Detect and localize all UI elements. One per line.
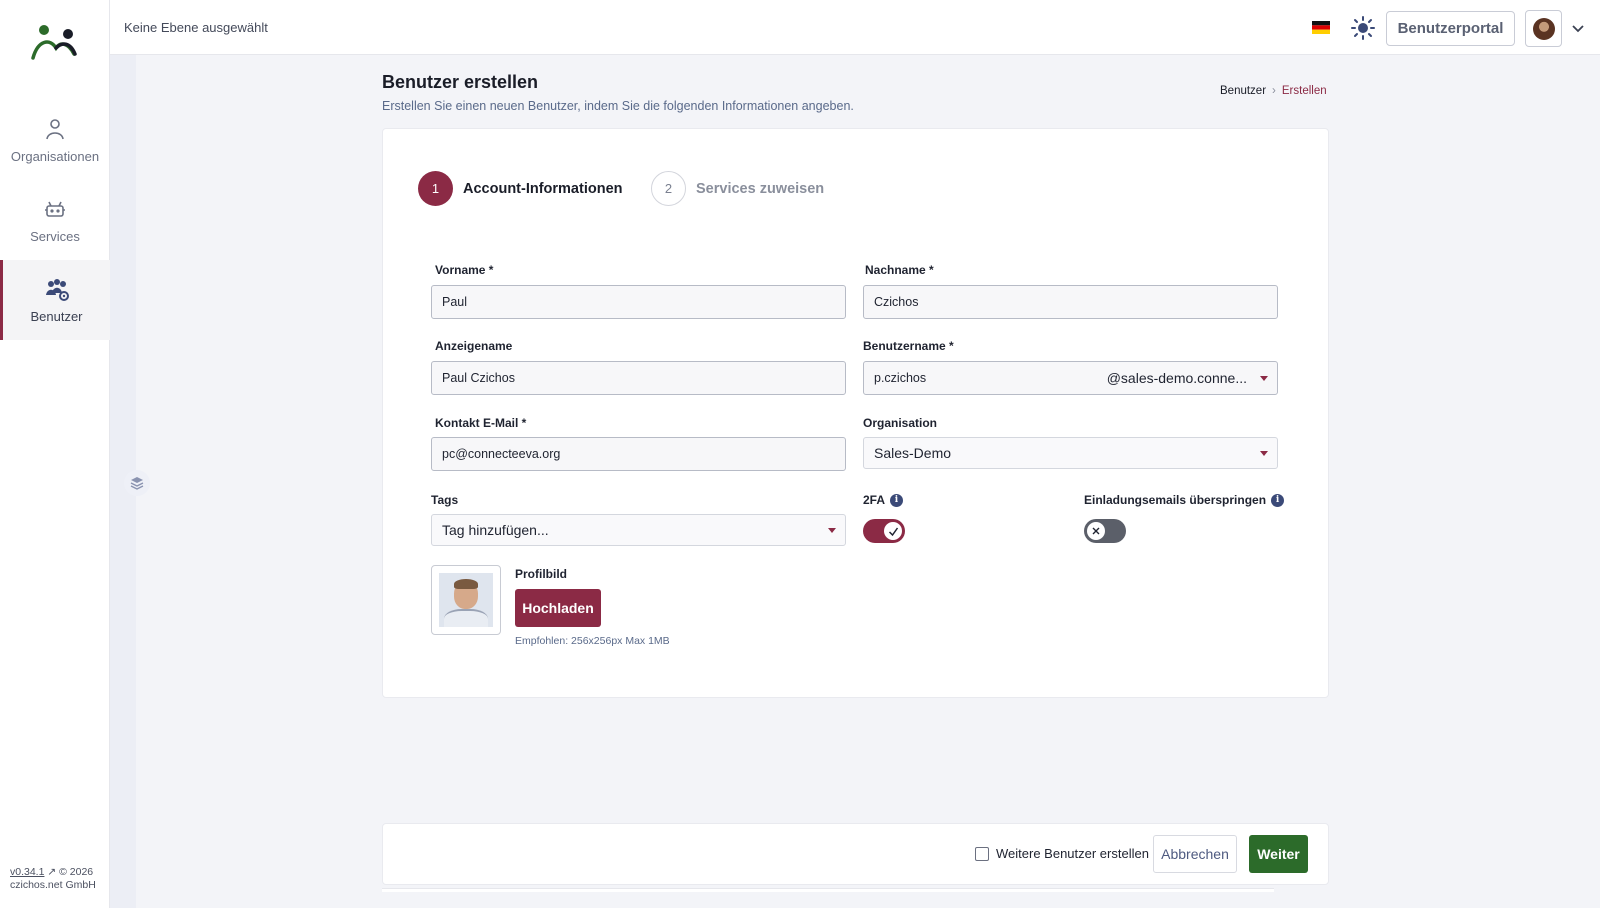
vorname-input[interactable]: Paul [431, 285, 846, 319]
users-icon [45, 278, 69, 301]
divider [382, 888, 1274, 892]
nachname-label: Nachname * [865, 263, 934, 277]
step-label: Services zuweisen [696, 180, 825, 197]
info-icon[interactable]: i [1271, 493, 1285, 507]
form-action-bar: Weitere Benutzer erstellen Abbrechen Wei… [382, 823, 1329, 885]
benutzername-input[interactable]: p.czichos @sales-demo.conne... [863, 361, 1278, 395]
more-users-option[interactable]: Weitere Benutzer erstellen [975, 846, 1149, 861]
step-account-info[interactable]: 1 Account-Informationen [418, 171, 623, 206]
chevron-right-icon: › [1272, 85, 1276, 97]
domain-select[interactable]: @sales-demo.conne... [1107, 370, 1247, 386]
profile-picture-label: Profilbild [515, 567, 567, 581]
info-icon[interactable]: i [890, 493, 904, 507]
cancel-button[interactable]: Abbrechen [1153, 835, 1237, 873]
twofa-label-text: 2FA [863, 493, 886, 507]
page-title: Benutzer erstellen [382, 72, 539, 92]
skip-invite-label-text: Einladungsemails überspringen [1084, 493, 1267, 507]
services-icon [45, 201, 65, 217]
app-logo[interactable] [28, 20, 80, 64]
sidebar-item-organisationen[interactable]: Organisationen [0, 100, 110, 180]
page-subtitle: Erstellen Sie einen neuen Benutzer, inde… [382, 99, 854, 113]
organisation-select[interactable]: Sales-Demo [863, 437, 1278, 469]
email-field[interactable]: pc@connecteeva.org [431, 437, 846, 471]
step-number: 2 [651, 171, 686, 206]
skip-invite-toggle[interactable] [1084, 519, 1126, 543]
step-label: Account-Informationen [463, 180, 623, 197]
layers-icon [130, 477, 144, 490]
company-name: czichos.net GmbH [10, 879, 96, 891]
profile-picture-preview [431, 565, 501, 635]
caret-down-icon [1260, 451, 1268, 456]
external-link-icon: ↗ [47, 866, 57, 878]
sidebar-item-services[interactable]: Services [0, 180, 110, 260]
sidebar-item-label: Organisationen [10, 148, 100, 164]
avatar [1532, 17, 1555, 40]
more-users-checkbox[interactable] [975, 846, 989, 861]
profile-photo [439, 573, 493, 627]
benutzername-value: p.czichos [874, 371, 927, 385]
caret-down-icon [828, 528, 836, 533]
breadcrumb: Benutzer › Erstellen [1220, 85, 1327, 97]
german-flag-icon[interactable] [1312, 21, 1330, 34]
check-icon [888, 527, 898, 536]
upload-hint: Empfohlen: 256x256px Max 1MB [515, 635, 670, 647]
sidebar-item-label: Benutzer [30, 308, 83, 324]
toggle-knob [884, 522, 902, 540]
benutzername-label: Benutzername * [863, 339, 954, 353]
top-bar: Keine Ebene ausgewählt Benutzerportal [110, 0, 1600, 55]
more-users-label: Weitere Benutzer erstellen [996, 846, 1149, 861]
sun-icon[interactable] [1350, 15, 1376, 41]
breadcrumb-current: Erstellen [1281, 85, 1327, 97]
email-label: Kontakt E-Mail * [435, 416, 527, 430]
tags-select[interactable]: Tag hinzufügen... [431, 514, 846, 546]
user-menu-button[interactable] [1525, 10, 1562, 47]
anzeigename-input[interactable]: Paul Czichos [431, 361, 846, 395]
skip-invite-label: Einladungsemails überspringen i [1084, 493, 1285, 507]
twofa-toggle[interactable] [863, 519, 905, 543]
breadcrumb-benutzer[interactable]: Benutzer [1220, 85, 1266, 97]
chevron-down-icon[interactable] [1570, 20, 1586, 36]
version-footer: v0.34.1 ↗ © 2026 czichos.net GmbH [10, 866, 96, 892]
organisation-value: Sales-Demo [874, 445, 952, 461]
caret-down-icon [1260, 376, 1268, 381]
nachname-input[interactable]: Czichos [863, 285, 1278, 319]
sidebar-item-label: Services [30, 228, 80, 244]
vorname-label: Vorname * [435, 263, 494, 277]
version-link[interactable]: v0.34.1 [10, 866, 44, 878]
tags-label: Tags [431, 493, 459, 507]
twofa-label: 2FA i [863, 493, 904, 507]
level-selector[interactable]: Keine Ebene ausgewählt [124, 20, 268, 35]
step-assign-services[interactable]: 2 Services zuweisen [651, 171, 824, 206]
step-number: 1 [418, 171, 453, 206]
layers-toggle-button[interactable] [124, 470, 150, 496]
sidebar: Organisationen Services Benutzer v0.34.1… [0, 0, 110, 908]
sidebar-item-benutzer[interactable]: Benutzer [0, 260, 110, 340]
toggle-knob [1087, 522, 1105, 540]
upload-button[interactable]: Hochladen [515, 589, 601, 627]
organization-icon [46, 118, 64, 139]
tags-placeholder: Tag hinzufügen... [442, 522, 549, 538]
copyright-text: © 2026 [59, 866, 94, 878]
user-form-card: 1 Account-Informationen 2 Services zuwei… [382, 128, 1329, 698]
anzeigename-label: Anzeigename [435, 339, 513, 353]
organisation-label: Organisation [863, 416, 938, 430]
user-portal-button[interactable]: Benutzerportal [1386, 11, 1515, 46]
close-icon [1092, 527, 1100, 535]
next-button[interactable]: Weiter [1249, 835, 1308, 873]
